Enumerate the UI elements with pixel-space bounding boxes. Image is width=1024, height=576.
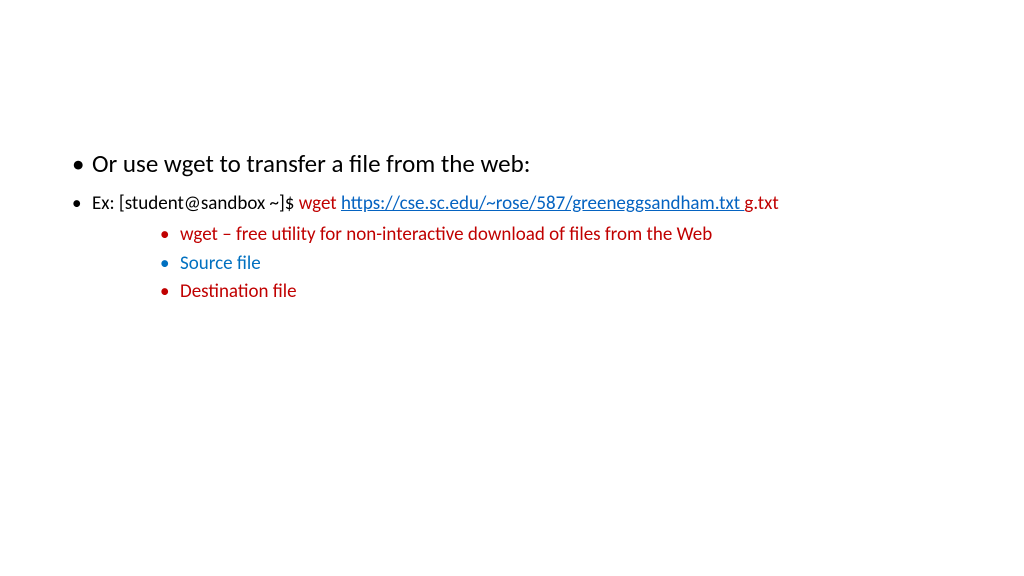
example-url[interactable]: https://cse.sc.edu/~rose/587/greeneggsan… [341, 192, 744, 215]
sub-bullet-source: Source file [72, 251, 952, 278]
wget-description: wget – free utility for non-interactive … [180, 223, 712, 246]
bullet-main: Or use wget to transfer a file from the … [72, 148, 952, 181]
example-prefix: Ex: [student@sandbox ~]$ [92, 192, 299, 215]
example-wget-cmd: wget [299, 192, 337, 215]
source-file-label: Source file [180, 252, 261, 275]
destination-file-label: Destination file [180, 280, 297, 303]
sub-bullet-wget-desc: wget – free utility for non-interactive … [72, 222, 952, 249]
bullet-main-text: Or use wget to transfer a file from the … [92, 148, 530, 179]
bullet-example: Ex: [student@sandbox ~]$ wget https://cs… [72, 191, 952, 217]
sub-bullet-destination: Destination file [72, 279, 952, 306]
example-dest: g.txt [744, 192, 778, 215]
